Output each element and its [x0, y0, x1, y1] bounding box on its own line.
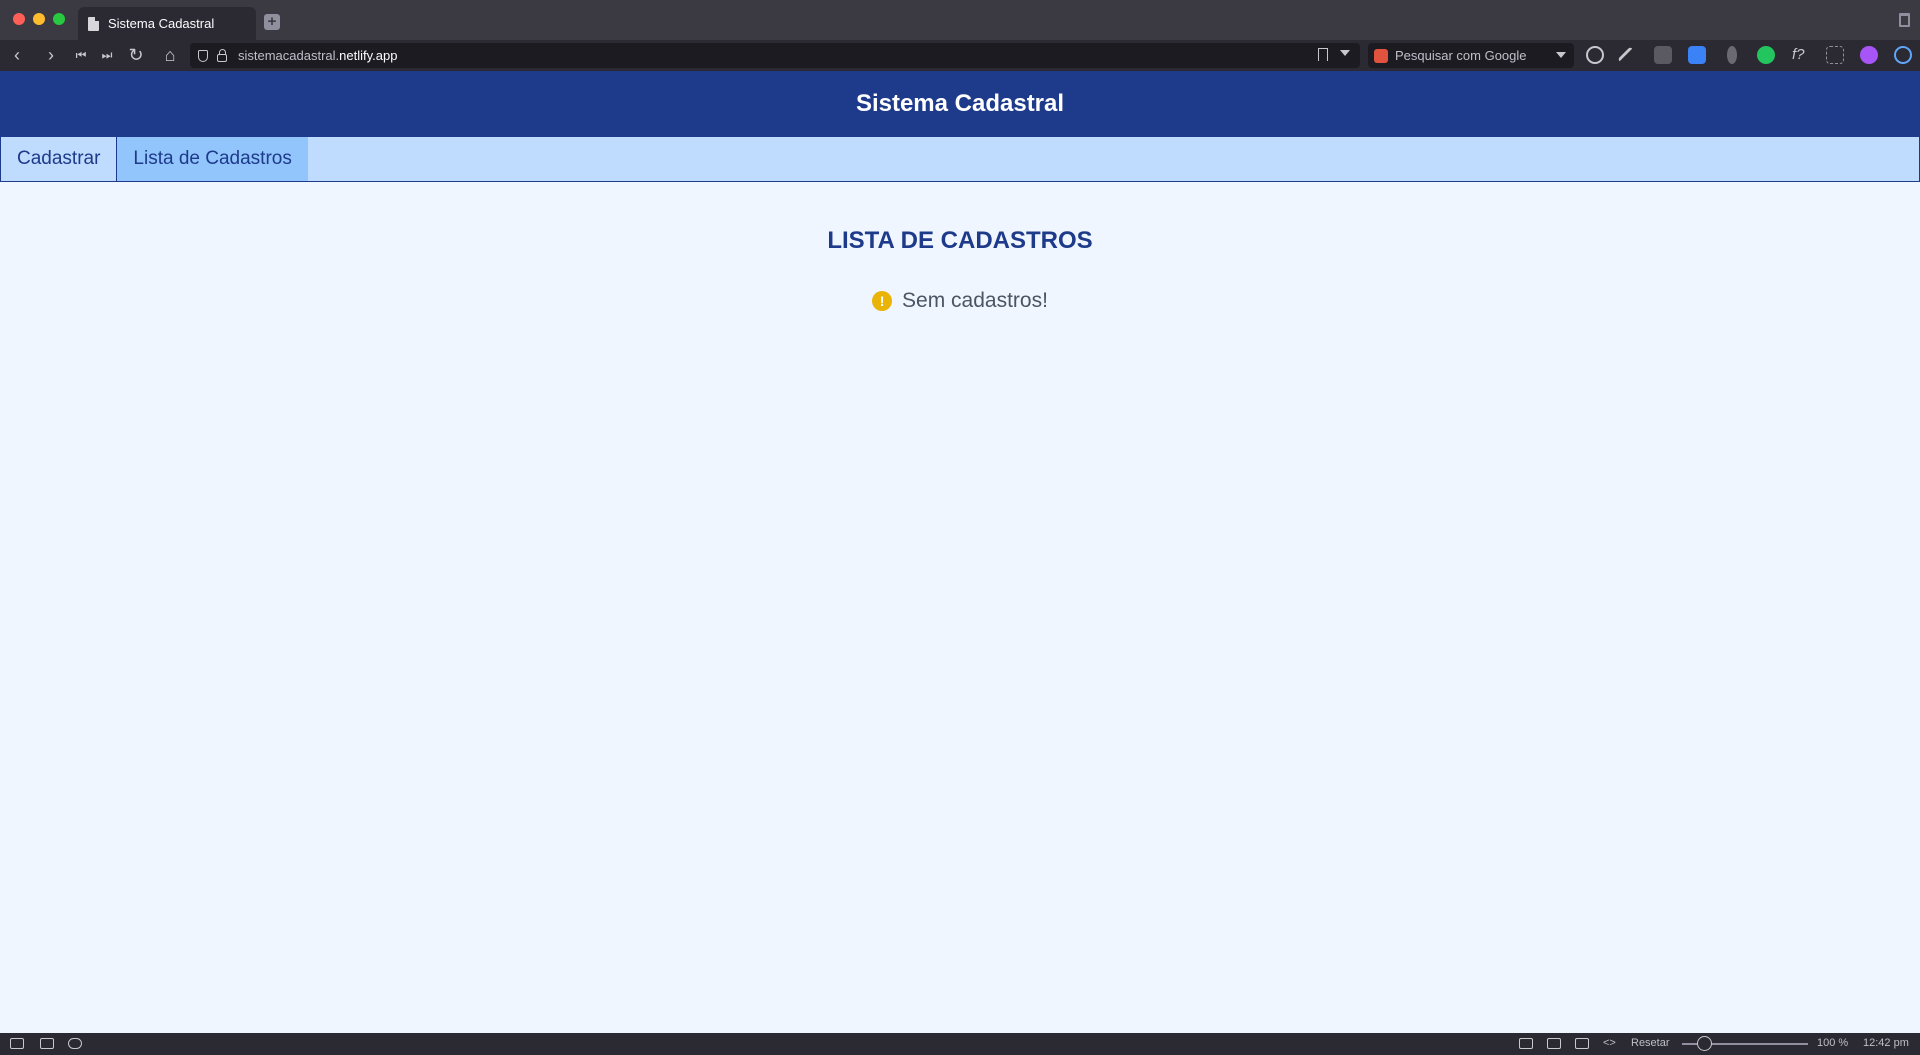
trash-icon[interactable] — [1899, 13, 1910, 27]
fast-forward-button[interactable]: ⏭ — [96, 44, 118, 66]
warning-icon: ! — [872, 291, 893, 311]
image-icon[interactable] — [1575, 1038, 1589, 1049]
react-devtools-icon[interactable] — [1894, 46, 1912, 64]
page-viewport: Sistema Cadastral Cadastrar Lista de Cad… — [0, 71, 1920, 1033]
app-nav: Cadastrar Lista de Cadastros — [0, 136, 1920, 182]
search-bar[interactable]: Pesquisar com Google — [1368, 43, 1574, 68]
back-button[interactable]: ‹ — [6, 44, 28, 66]
new-tab-button[interactable]: + — [264, 14, 280, 30]
search-placeholder: Pesquisar com Google — [1395, 48, 1527, 63]
url-domain: netlify.app — [339, 48, 398, 63]
cloud-icon[interactable] — [68, 1038, 82, 1049]
chevron-down-icon[interactable] — [1340, 50, 1350, 56]
app-header: Sistema Cadastral — [0, 71, 1920, 136]
code-icon[interactable]: <> — [1603, 1037, 1616, 1049]
rewind-button[interactable]: ⏮ — [70, 44, 92, 66]
bookmark-icon[interactable] — [1318, 48, 1328, 61]
home-button[interactable]: ⌂ — [159, 44, 181, 66]
reload-button[interactable]: ↻ — [125, 44, 147, 66]
tab-strip: Sistema Cadastral + — [0, 0, 1920, 40]
zoom-reset-button[interactable]: Resetar — [1631, 1037, 1670, 1049]
empty-state: ! Sem cadastros! — [872, 289, 1048, 313]
url-host: sistemacadastral. — [238, 48, 340, 63]
nav-item-cadastrar[interactable]: Cadastrar — [1, 137, 118, 181]
maximize-window-button[interactable] — [53, 13, 65, 25]
extension-color-icon[interactable] — [1757, 46, 1775, 64]
search-engine-icon[interactable] — [1374, 48, 1388, 63]
forward-button[interactable]: › — [40, 44, 62, 66]
lock-icon[interactable] — [217, 48, 227, 62]
page-title: LISTA DE CADASTROS — [827, 227, 1093, 254]
empty-state-text: Sem cadastros! — [902, 289, 1048, 312]
zoom-level: 100 % — [1817, 1037, 1849, 1049]
browser-tab[interactable]: Sistema Cadastral — [78, 7, 256, 40]
address-bar[interactable]: sistemacadastral. netlify.app — [190, 43, 1360, 68]
tab-title: Sistema Cadastral — [108, 16, 215, 31]
close-window-button[interactable] — [13, 13, 25, 25]
function-icon[interactable]: f? — [1792, 46, 1810, 64]
extension-fi-icon[interactable] — [1688, 46, 1706, 64]
clock: 12:42 pm — [1863, 1037, 1909, 1049]
page-icon — [88, 16, 99, 31]
sidebar-toggle-icon[interactable] — [10, 1038, 24, 1049]
move-icon[interactable] — [1654, 46, 1672, 64]
screenshot-icon[interactable] — [1826, 46, 1844, 64]
tracking-protection-icon[interactable] — [198, 49, 208, 62]
status-bar: <> Resetar 100 % 12:42 pm — [0, 1033, 1920, 1055]
account-icon[interactable] — [1586, 46, 1604, 64]
panel-icon[interactable] — [40, 1038, 54, 1049]
nav-bar: ‹ › ⏮ ⏭ ↻ ⌂ sistemacadastral. netlify.ap… — [0, 40, 1920, 71]
app-title: Sistema Cadastral — [855, 89, 1065, 117]
extension-purple-icon[interactable] — [1860, 46, 1878, 64]
minimize-window-button[interactable] — [33, 13, 45, 25]
eyedropper-icon[interactable] — [1617, 46, 1635, 64]
extension-icon[interactable] — [1727, 46, 1737, 64]
camera-icon[interactable] — [1519, 1038, 1533, 1049]
zoom-slider-handle[interactable] — [1697, 1036, 1712, 1051]
chevron-down-icon[interactable] — [1556, 52, 1566, 58]
nav-item-lista-de-cadastros[interactable]: Lista de Cadastros — [117, 137, 308, 181]
window-icon[interactable] — [1547, 1038, 1561, 1049]
main-content: LISTA DE CADASTROS ! Sem cadastros! — [0, 182, 1920, 313]
